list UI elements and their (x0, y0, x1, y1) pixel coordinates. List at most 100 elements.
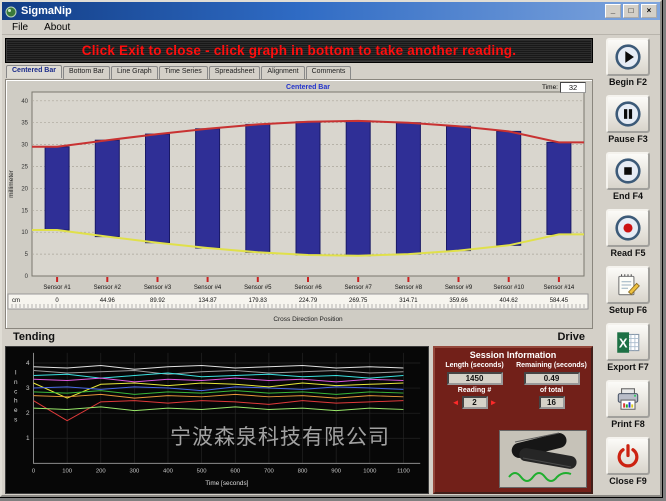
tab-spreadsheet[interactable]: Spreadsheet (209, 66, 261, 79)
tab-line-graph[interactable]: Line Graph (111, 66, 158, 79)
bar (45, 147, 69, 230)
toolbar-button-label: Pause F3 (608, 134, 648, 144)
menu-about[interactable]: About (36, 21, 78, 34)
bar (296, 122, 320, 255)
close-button[interactable]: × (641, 4, 657, 18)
svg-text:3: 3 (26, 385, 30, 392)
end-f4-button[interactable]: End F4 (598, 152, 658, 209)
menu-file[interactable]: File (4, 21, 36, 34)
sensor-marker (357, 277, 359, 282)
time-label: Time: (542, 84, 558, 91)
sensor-label: Sensor #5 (244, 285, 272, 291)
close-f9-button[interactable]: Close F9 (598, 437, 658, 494)
x-axis-label: Cross Direction Position (273, 316, 343, 323)
print-f8-button[interactable]: Print F8 (598, 380, 658, 437)
toolbar-button-label: Print F8 (611, 419, 645, 429)
sensor-label: Sensor #6 (294, 285, 322, 291)
centered-bar-panel: Time: 32 0510152025303540Centered Barmil… (5, 79, 593, 329)
tab-centered-bar[interactable]: Centered Bar (6, 65, 62, 78)
bar (196, 129, 220, 248)
length-label: Length (seconds) (437, 362, 512, 370)
reading-prev-button[interactable]: ◄ (452, 399, 460, 407)
session-title: Session Information (437, 350, 589, 360)
toolbar-button-label: End F4 (613, 191, 643, 201)
bottom-row: 0100200300400500600700800900100011001234… (5, 346, 593, 494)
svg-text:500: 500 (197, 468, 208, 474)
y-axis-label: e (14, 407, 18, 414)
tending-label: Tending (13, 331, 55, 343)
banner-text: Click Exit to close - click graph in bot… (82, 43, 516, 58)
toolbar-button-label: Export F7 (607, 362, 649, 372)
app-icon (5, 5, 17, 17)
sensor-marker (56, 277, 58, 282)
bar (146, 134, 170, 243)
svg-text:20: 20 (21, 186, 28, 192)
chart-title: Centered Bar (286, 84, 330, 91)
tab-comments[interactable]: Comments (306, 66, 352, 79)
sensor-marker (157, 277, 159, 282)
sensor-marker (407, 277, 409, 282)
svg-text:600: 600 (230, 468, 241, 474)
bar (246, 124, 270, 252)
sensor-marker (458, 277, 460, 282)
svg-text:X: X (619, 335, 628, 350)
svg-text:35: 35 (21, 121, 28, 127)
time-field: Time: 32 (542, 82, 586, 93)
y-axis-label: n (14, 379, 18, 386)
remaining-value: 0.49 (524, 372, 580, 385)
main-area: Click Exit to close - click graph in bot… (2, 35, 596, 497)
y-axis-label: I (15, 370, 17, 377)
ruler-value: 89.92 (150, 298, 166, 304)
sensor-label: Sensor #1 (43, 285, 71, 291)
sensor-marker (307, 277, 309, 282)
pause-f3-button[interactable]: Pause F3 (598, 95, 658, 152)
reading-control: ◄ 2 ► (437, 396, 512, 409)
export-f7-button[interactable]: X Export F7 (598, 323, 658, 380)
svg-text:15: 15 (21, 208, 28, 214)
svg-text:5: 5 (25, 252, 29, 258)
stop-icon (606, 152, 650, 190)
tab-alignment[interactable]: Alignment (261, 66, 304, 79)
ruler-value: 44.96 (100, 298, 116, 304)
sensor-label: Sensor #2 (94, 285, 122, 291)
toolbar-button-label: Read F5 (610, 248, 645, 258)
time-series-chart[interactable]: 0100200300400500600700800900100011001234… (5, 346, 429, 494)
app-window: SigmaNip _ □ × FileAbout Click Exit to c… (0, 0, 662, 497)
reading-next-button[interactable]: ► (490, 399, 498, 407)
bar (95, 140, 119, 236)
total-label: of total (514, 387, 589, 395)
sensor-marker (106, 277, 108, 282)
setup-f6-button[interactable]: Setup F6 (598, 266, 658, 323)
tab-bottom-bar[interactable]: Bottom Bar (63, 66, 110, 79)
sensor-label: Sensor #14 (544, 285, 575, 291)
toolbar-button-label: Close F9 (609, 476, 647, 486)
title-bar[interactable]: SigmaNip _ □ × (2, 2, 660, 20)
play-icon (606, 38, 650, 76)
toolbar-column: Begin F2 Pause F3 End F4 Read F5 Setup F6 X Ex… (596, 35, 660, 497)
svg-text:1: 1 (26, 435, 30, 442)
power-icon (606, 437, 650, 475)
svg-text:200: 200 (96, 468, 107, 474)
svg-text:4: 4 (26, 360, 30, 367)
ruler-value: 584.45 (550, 298, 569, 304)
reading-label: Reading # (437, 387, 512, 395)
read-f5-button[interactable]: Read F5 (598, 209, 658, 266)
tab-time-series[interactable]: Time Series (159, 66, 208, 79)
pause-icon (606, 95, 650, 133)
total-value: 16 (539, 396, 565, 409)
side-labels-row: Tending Drive (5, 329, 593, 344)
begin-f2-button[interactable]: Begin F2 (598, 38, 658, 95)
bar (497, 131, 521, 245)
y-axis-label: s (14, 416, 17, 423)
svg-text:100: 100 (62, 468, 73, 474)
tab-bar: Centered BarBottom BarLine GraphTime Ser… (6, 66, 593, 79)
svg-text:2: 2 (26, 410, 30, 417)
sensor-marker (207, 277, 209, 282)
y-axis-label: millimeter (8, 169, 15, 198)
minimize-button[interactable]: _ (605, 4, 621, 18)
svg-text:300: 300 (130, 468, 141, 474)
ruler-value: 224.79 (299, 298, 318, 304)
menu-bar: FileAbout (2, 20, 660, 35)
maximize-button[interactable]: □ (623, 4, 639, 18)
bar (547, 142, 571, 234)
